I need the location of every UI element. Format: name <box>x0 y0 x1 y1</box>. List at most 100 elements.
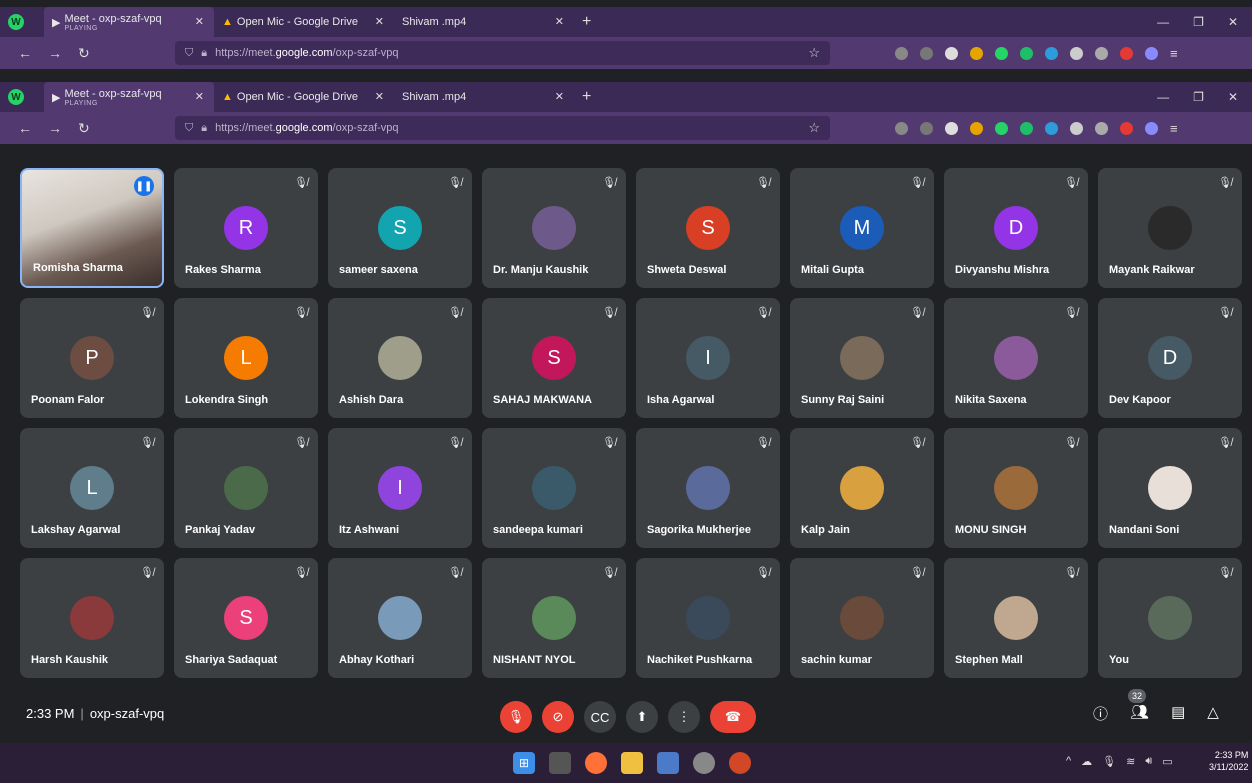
participant-tile[interactable]: 🎙︎̸ You <box>1098 558 1242 678</box>
settings-icon[interactable] <box>693 752 715 774</box>
minimize-icon[interactable]: — <box>1157 15 1169 29</box>
tab-meet[interactable]: ▶ Meet - oxp-szaf-vpq PLAYING ✕ <box>44 82 214 112</box>
participant-tile[interactable]: 🎙︎̸ sachin kumar <box>790 558 934 678</box>
participant-tile[interactable]: 🎙︎̸ Ssameer saxena <box>328 168 472 288</box>
participant-tile[interactable]: 🎙︎̸ Nandani Soni <box>1098 428 1242 548</box>
back-icon[interactable]: ← <box>18 45 48 61</box>
extension-icon[interactable] <box>1120 121 1133 135</box>
wifi-icon[interactable]: ≋ <box>1126 755 1135 768</box>
extension-icon[interactable] <box>945 121 958 135</box>
reload-icon[interactable]: ↻ <box>78 120 108 137</box>
people-button[interactable]: 👥︎ 32 <box>1128 689 1149 724</box>
file-explorer-icon[interactable] <box>621 752 643 774</box>
close-tab-icon[interactable]: ✕ <box>195 90 204 103</box>
grammarly-icon[interactable] <box>1020 121 1033 135</box>
forward-icon[interactable]: → <box>48 120 78 136</box>
participant-tile[interactable]: 🎙︎̸ Pankaj Yadav <box>174 428 318 548</box>
extension-icon[interactable] <box>970 121 983 135</box>
extension-icon[interactable] <box>1145 46 1158 60</box>
windows-start-icon[interactable]: ⊞ <box>513 752 535 774</box>
forward-icon[interactable]: → <box>48 45 78 61</box>
participant-tile[interactable]: 🎙︎̸ Nachiket Pushkarna <box>636 558 780 678</box>
restore-icon[interactable]: ❐ <box>1193 90 1204 104</box>
leave-call-button[interactable]: ☎ <box>710 701 756 733</box>
tab-drive[interactable]: ▲ Open Mic - Google Drive ✕ <box>214 7 394 37</box>
minimize-icon[interactable]: — <box>1157 90 1169 104</box>
volume-icon[interactable]: 🔊︎ <box>1145 755 1152 768</box>
whatsapp-icon[interactable]: W <box>8 14 24 30</box>
present-button[interactable]: ⬆ <box>626 701 658 733</box>
participant-tile[interactable]: 🎙︎̸ S Shweta Deswal <box>636 168 780 288</box>
download-icon[interactable] <box>920 46 933 60</box>
powerpoint-icon[interactable] <box>729 752 751 774</box>
participant-tile[interactable]: 🎙︎̸ NISHANT NYOL <box>482 558 626 678</box>
camera-off-button[interactable]: ⊘ <box>542 701 574 733</box>
participant-tile[interactable]: 🎙︎̸ Kalp Jain <box>790 428 934 548</box>
reload-icon[interactable]: ↻ <box>78 45 108 62</box>
extension-icon[interactable] <box>945 46 958 60</box>
mic-icon[interactable]: 🎙︎ <box>1102 755 1116 768</box>
task-view-icon[interactable] <box>549 752 571 774</box>
weather-icon[interactable]: ☁ <box>1081 755 1092 768</box>
extension-icon[interactable] <box>1045 121 1058 135</box>
participant-tile[interactable]: 🎙︎̸ Abhay Kothari <box>328 558 472 678</box>
photos-icon[interactable] <box>657 752 679 774</box>
participant-tile[interactable]: 🎙︎̸ Harsh Kaushik <box>20 558 164 678</box>
participant-tile[interactable]: 🎙︎̸ D Dev Kapoor <box>1098 298 1242 418</box>
back-icon[interactable]: ← <box>18 120 48 136</box>
menu-icon[interactable]: ≡ <box>1170 121 1178 136</box>
participant-tile[interactable]: 🎙︎̸ R Rakes Sharma <box>174 168 318 288</box>
participant-tile[interactable]: 🎙︎̸ sandeepa kumari <box>482 428 626 548</box>
extension-icon[interactable] <box>1145 121 1158 135</box>
bookmark-star-icon[interactable]: ☆ <box>808 45 820 61</box>
tab-meet[interactable]: ▶ Meet - oxp-szaf-vpq PLAYING ✕ <box>44 7 214 37</box>
bookmark-star-icon[interactable]: ☆ <box>808 120 820 136</box>
close-window-icon[interactable]: ✕ <box>1228 15 1238 29</box>
participant-tile[interactable]: 🎙︎̸ P Poonam Falor <box>20 298 164 418</box>
participant-tile[interactable]: 🎙︎̸ S Shariya Sadaquat <box>174 558 318 678</box>
close-tab-icon[interactable]: ✕ <box>555 15 564 28</box>
chevron-up-icon[interactable]: ^ <box>1066 755 1071 768</box>
close-window-icon[interactable]: ✕ <box>1228 90 1238 104</box>
extension-icon[interactable] <box>1045 46 1058 60</box>
close-tab-icon[interactable]: ✕ <box>555 90 564 103</box>
participant-tile[interactable]: 🎙︎̸ MONU SINGH <box>944 428 1088 548</box>
pocket-icon[interactable] <box>895 46 908 60</box>
extension-icon[interactable] <box>1070 121 1083 135</box>
more-options-button[interactable]: ⋮ <box>668 701 700 733</box>
download-icon[interactable] <box>920 121 933 135</box>
extension-icon[interactable] <box>1095 46 1108 60</box>
mic-off-button[interactable]: 🎙︎ <box>500 701 532 733</box>
activities-icon[interactable]: △ <box>1207 703 1219 724</box>
close-tab-icon[interactable]: ✕ <box>375 15 384 28</box>
participant-tile[interactable]: 🎙︎̸ Stephen Mall <box>944 558 1088 678</box>
menu-icon[interactable]: ≡ <box>1170 46 1178 61</box>
whatsapp-ext-icon[interactable] <box>995 121 1008 135</box>
taskbar-clock[interactable]: 2:33 PM 3/11/2022 <box>1209 749 1248 773</box>
info-icon[interactable]: ⓘ <box>1093 703 1108 724</box>
participant-tile[interactable]: 🎙︎̸ L Lakshay Agarwal <box>20 428 164 548</box>
participant-tile[interactable]: 🎙︎̸ I Isha Agarwal <box>636 298 780 418</box>
participant-tile[interactable]: 🎙︎̸ Mayank Raikwar <box>1098 168 1242 288</box>
battery-icon[interactable]: ▭ <box>1162 755 1172 768</box>
firefox-icon[interactable] <box>585 752 607 774</box>
chat-icon[interactable]: ▤ <box>1171 703 1185 724</box>
tab-video[interactable]: Shivam .mp4 ✕ <box>394 82 574 112</box>
tab-drive[interactable]: ▲ Open Mic - Google Drive ✕ <box>214 82 394 112</box>
new-tab-icon[interactable]: + <box>582 88 591 106</box>
whatsapp-ext-icon[interactable] <box>995 46 1008 60</box>
tab-video[interactable]: Shivam .mp4 ✕ <box>394 7 574 37</box>
participant-tile[interactable]: 🎙︎̸ S SAHAJ MAKWANA <box>482 298 626 418</box>
whatsapp-icon[interactable]: W <box>8 89 24 105</box>
close-tab-icon[interactable]: ✕ <box>375 90 384 103</box>
extension-icon[interactable] <box>1070 46 1083 60</box>
captions-button[interactable]: CC <box>584 701 616 733</box>
restore-icon[interactable]: ❐ <box>1193 15 1204 29</box>
address-bar[interactable]: ⛉ 🔒︎ https://meet.google.com/oxp-szaf-vp… <box>175 41 830 65</box>
participant-tile[interactable]: 🎙︎̸ Sunny Raj Saini <box>790 298 934 418</box>
extension-icon[interactable] <box>1095 121 1108 135</box>
participant-tile[interactable]: 🎙︎̸ Ashish Dara <box>328 298 472 418</box>
extension-icon[interactable] <box>1120 46 1133 60</box>
extension-icon[interactable] <box>970 46 983 60</box>
participant-tile[interactable]: ❚❚ Romisha Sharma <box>20 168 164 288</box>
